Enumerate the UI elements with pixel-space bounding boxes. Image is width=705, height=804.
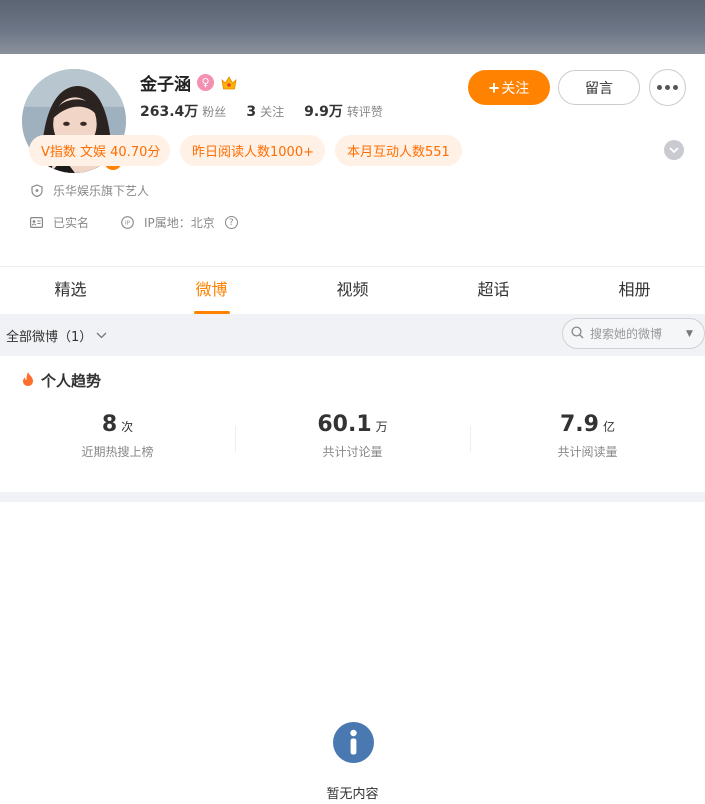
tag-list: V指数 文娱 40.70分 昨日阅读人数1000+ 本月互动人数551	[29, 135, 462, 166]
trend-unit: 万	[375, 420, 388, 434]
trend-label: 共计讨论量	[322, 445, 383, 459]
trend-unit: 亿	[602, 420, 615, 434]
trend-stat-discussion: 60.1 万 共计讨论量	[235, 412, 470, 460]
id-card-icon	[30, 216, 43, 229]
svg-text:IP: IP	[125, 221, 131, 227]
search-input[interactable]	[590, 326, 680, 341]
follow-label: 关注	[501, 79, 530, 96]
profile-stats: 263.4万 粉丝 3 关注 9.9万 转评赞	[140, 101, 383, 121]
trend-stats: 8次 近期热搜上榜 60.1 万 共计讨论量 7.9 亿 共计阅读量	[0, 412, 705, 460]
followers-count[interactable]: 263.4万	[140, 101, 198, 121]
trend-stat-reads: 7.9 亿 共计阅读量	[470, 412, 705, 460]
trend-label: 近期热搜上榜	[81, 445, 154, 459]
ip-location-text: IP属地：北京	[144, 216, 215, 230]
tab-album[interactable]: 相册	[564, 267, 705, 314]
crown-icon[interactable]	[220, 74, 238, 92]
plus-icon: +	[488, 77, 500, 98]
reposts-count: 9.9万	[304, 104, 343, 120]
following-label[interactable]: 关注	[260, 103, 284, 120]
fire-icon	[21, 371, 35, 391]
cover-banner	[0, 0, 705, 54]
shield-icon	[30, 184, 43, 197]
caret-down-icon[interactable]: ▼	[686, 329, 693, 339]
trend-value: 7.9	[560, 412, 599, 437]
trend-value: 8	[101, 412, 118, 437]
profile-tabs: 精选 微博 视频 超话 相册	[0, 266, 705, 314]
agency-line: 乐华娱乐旗下艺人	[30, 182, 149, 199]
trend-unit: 次	[121, 420, 134, 434]
profile-header: V 金子涵 ♀ 263.4万 粉丝 3 关注 9.9万 转评赞 + 关注 留言 …	[0, 54, 705, 266]
tab-featured[interactable]: 精选	[0, 267, 141, 314]
agency-text: 乐华娱乐旗下艺人	[53, 184, 150, 198]
chevron-down-icon[interactable]	[664, 140, 684, 160]
empty-feed: 暂无内容	[0, 502, 705, 804]
name-row: 金子涵 ♀	[140, 70, 238, 95]
trend-stat-hot-search: 8次 近期热搜上榜	[0, 412, 235, 460]
identity-line: 已实名 IP IP属地：北京 ?	[30, 214, 238, 231]
search-box[interactable]: ▼	[562, 318, 705, 349]
followers-label[interactable]: 粉丝	[202, 103, 226, 120]
tab-weibo[interactable]: 微博	[141, 267, 282, 314]
tag-monthly-interactions[interactable]: 本月互动人数551	[335, 135, 462, 166]
help-icon[interactable]: ?	[224, 216, 238, 229]
post-filter-label: 全部微博（1）	[6, 330, 93, 345]
info-icon	[333, 722, 374, 763]
real-name-status: 已实名	[53, 216, 90, 230]
trend-title: 个人趋势	[41, 372, 102, 390]
trend-value: 60.1	[317, 412, 372, 437]
message-button[interactable]: 留言	[558, 70, 640, 105]
trend-label: 共计阅读量	[557, 445, 618, 459]
reposts-label: 转评赞	[346, 105, 383, 119]
search-icon	[571, 324, 584, 343]
user-name[interactable]: 金子涵	[140, 70, 191, 95]
follow-button[interactable]: + 关注	[468, 70, 550, 105]
tab-video[interactable]: 视频	[282, 267, 423, 314]
tag-yesterday-readers[interactable]: 昨日阅读人数1000+	[180, 135, 325, 166]
personal-trend-card: 个人趋势 8次 近期热搜上榜 60.1 万 共计讨论量 7.9 亿 共计阅读量	[0, 356, 705, 492]
post-filter-dropdown[interactable]: 全部微博（1）	[6, 326, 107, 345]
trend-title-row: 个人趋势	[21, 370, 101, 391]
female-icon: ♀	[197, 74, 214, 91]
following-count[interactable]: 3	[246, 104, 256, 120]
ip-location-icon: IP	[121, 216, 134, 229]
more-dots-icon[interactable]	[649, 69, 686, 106]
tab-super-topic[interactable]: 超话	[423, 267, 564, 314]
chevron-down-icon	[96, 328, 107, 343]
empty-state-text: 暂无内容	[326, 787, 379, 802]
tag-v-index[interactable]: V指数 文娱 40.70分	[29, 135, 170, 166]
